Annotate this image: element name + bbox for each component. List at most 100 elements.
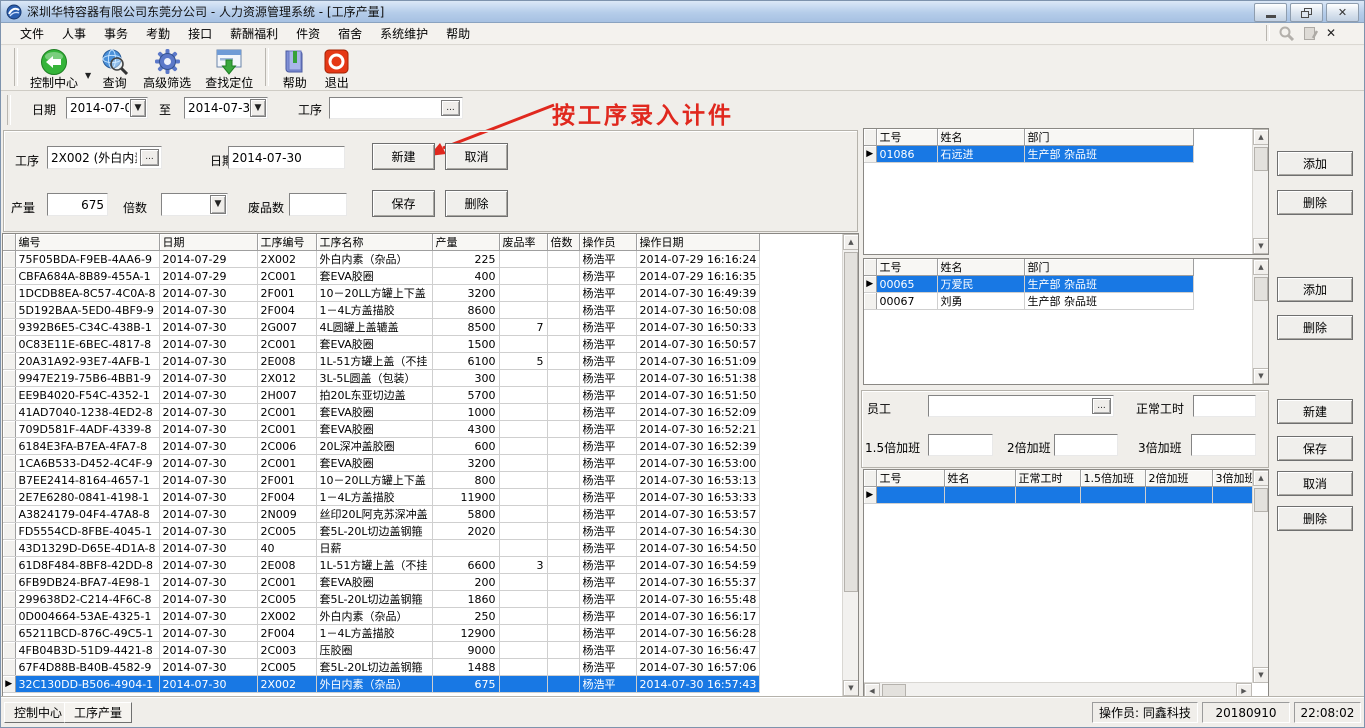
new-button[interactable]: 新建 (372, 143, 435, 170)
ot15-input[interactable] (928, 434, 993, 456)
menu-item-attendance[interactable]: 考勤 (137, 23, 179, 44)
form-qty-input[interactable] (47, 193, 108, 216)
menu-item-help[interactable]: 帮助 (437, 23, 479, 44)
scroll-up-icon[interactable]: ▲ (1253, 259, 1269, 275)
table-row[interactable]: ▶32C130DD-B506-4904-12014-07-302X002外白内素… (3, 676, 760, 693)
print-preview-icon[interactable] (1278, 26, 1295, 41)
pool-add-button[interactable]: 添加 (1277, 277, 1353, 302)
table-row[interactable]: 61D8F484-8BF8-42DD-82014-07-302E0081L-51… (3, 557, 760, 574)
table-row[interactable]: 67F4D88B-B40B-4582-92014-07-302C005套5L-2… (3, 659, 760, 676)
column-header[interactable]: 操作员 (579, 234, 636, 251)
employee-input[interactable] (928, 395, 1114, 417)
column-header[interactable]: 部门 (1024, 129, 1193, 146)
column-header[interactable]: 工号 (876, 129, 937, 146)
table-row[interactable]: A3824179-04F4-47A8-82014-07-302N009丝印20L… (3, 506, 760, 523)
column-header[interactable]: 1.5倍加班 (1080, 470, 1145, 487)
menu-item-sysmaint[interactable]: 系统维护 (371, 23, 437, 44)
column-header[interactable]: 工号 (876, 259, 937, 276)
table-row[interactable]: 6FB9DB24-BFA7-4E98-12014-07-302C001套EVA胶… (3, 574, 760, 591)
hours-new-button[interactable]: 新建 (1277, 399, 1353, 424)
scroll-down-icon[interactable]: ▼ (1253, 238, 1269, 254)
column-header[interactable]: 姓名 (937, 129, 1024, 146)
scroll-thumb[interactable] (1254, 147, 1268, 171)
table-row[interactable]: ▶00065万爱民生产部 杂品班 (864, 276, 1193, 293)
column-header[interactable]: 日期 (159, 234, 257, 251)
form-multiple-dropdown-icon[interactable]: ▼ (210, 195, 226, 214)
hours-cancel-button[interactable]: 取消 (1277, 471, 1353, 496)
close-child-icon[interactable]: ✕ (1326, 26, 1336, 40)
employee-browse-button[interactable]: ... (1092, 398, 1111, 414)
hours-hscrollbar[interactable]: ◀ ▶ (864, 682, 1252, 697)
query-button[interactable]: 查询 (93, 46, 136, 91)
cancel-button[interactable]: 取消 (445, 143, 508, 170)
column-header[interactable]: 工号 (876, 470, 944, 487)
assigned-delete-button[interactable]: 删除 (1277, 190, 1353, 215)
hours-table[interactable]: 工号姓名正常工时1.5倍加班2倍加班3倍加班▶ (864, 470, 1260, 504)
table-row[interactable]: EE9B4020-F54C-4352-12014-07-302H007拍20L东… (3, 387, 760, 404)
column-header[interactable]: 正常工时 (1015, 470, 1080, 487)
column-header[interactable]: 倍数 (547, 234, 579, 251)
table-row[interactable]: 00067刘勇生产部 杂品班 (864, 293, 1193, 310)
column-header[interactable]: 产量 (432, 234, 499, 251)
table-row[interactable]: 65211BCD-876C-49C5-12014-07-302F0041－4L方… (3, 625, 760, 642)
pool-delete-button[interactable]: 删除 (1277, 315, 1353, 340)
normal-hours-input[interactable] (1193, 395, 1256, 417)
advanced-filter-button[interactable]: 高级筛选 (136, 46, 198, 91)
table-row[interactable]: 75F05BDA-F9EB-4AA6-92014-07-292X002外白内素（… (3, 251, 760, 268)
form-date-input[interactable] (228, 146, 345, 169)
column-header[interactable]: 工序名称 (316, 234, 432, 251)
scroll-right-icon[interactable]: ▶ (1236, 683, 1252, 698)
table-row[interactable]: 20A31A92-93E7-4AFB-12014-07-302E0081L-51… (3, 353, 760, 370)
help-button[interactable]: 帮助 (274, 46, 315, 91)
menu-item-dormitory[interactable]: 宿舍 (329, 23, 371, 44)
form-scrap-input[interactable] (289, 193, 347, 216)
close-button[interactable]: ✕ (1326, 3, 1359, 22)
column-header[interactable]: 姓名 (937, 259, 1024, 276)
hours-save-button[interactable]: 保存 (1277, 436, 1353, 461)
edit-note-icon[interactable] (1303, 26, 1318, 41)
form-process-browse-button[interactable]: ... (140, 149, 159, 166)
table-row[interactable]: 0C83E11E-6BEC-4817-82014-07-302C001套EVA胶… (3, 336, 760, 353)
table-row[interactable]: 9947E219-75B6-4BB1-92014-07-302X0123L-5L… (3, 370, 760, 387)
table-row[interactable]: 43D1329D-D65E-4D1A-82014-07-3040日薪杨浩平201… (3, 540, 760, 557)
scroll-up-icon[interactable]: ▲ (843, 234, 859, 250)
table-row[interactable]: 709D581F-4ADF-4339-82014-07-302C001套EVA胶… (3, 421, 760, 438)
menu-item-affairs[interactable]: 事务 (95, 23, 137, 44)
scroll-down-icon[interactable]: ▼ (1253, 667, 1269, 683)
statusbar-tab-control-center[interactable]: 控制中心 (4, 702, 72, 723)
table-row[interactable]: 4FB04B3D-51D9-4421-82014-07-302C003压胶圈90… (3, 642, 760, 659)
menu-item-interface[interactable]: 接口 (179, 23, 221, 44)
worker-pool-table[interactable]: 工号姓名部门▶00065万爱民生产部 杂品班00067刘勇生产部 杂品班 (864, 259, 1194, 310)
table-row[interactable]: 0D004664-53AE-4325-12014-07-302X002外白内素（… (3, 608, 760, 625)
menu-item-file[interactable]: 文件 (11, 23, 53, 44)
column-header[interactable]: 工序编号 (257, 234, 316, 251)
hours-vscrollbar[interactable]: ▲ ▼ (1252, 470, 1268, 683)
scroll-thumb[interactable] (844, 252, 858, 592)
table-row[interactable]: 2E7E6280-0841-4198-12014-07-302F0041－4L方… (3, 489, 760, 506)
scroll-left-icon[interactable]: ◀ (864, 683, 880, 698)
ot3-input[interactable] (1191, 434, 1256, 456)
assigned-workers-table[interactable]: 工号姓名部门▶01086石远进生产部 杂品班 (864, 129, 1194, 163)
save-button[interactable]: 保存 (372, 190, 435, 217)
column-header[interactable]: 部门 (1024, 259, 1193, 276)
menu-item-piecework[interactable]: 件资 (287, 23, 329, 44)
hours-delete-button[interactable]: 删除 (1277, 506, 1353, 531)
table-row[interactable]: ▶01086石远进生产部 杂品班 (864, 146, 1193, 163)
main-table-vscrollbar[interactable]: ▲ ▼ (842, 234, 858, 696)
scroll-down-icon[interactable]: ▼ (843, 680, 859, 696)
assigned-add-button[interactable]: 添加 (1277, 151, 1353, 176)
scroll-thumb[interactable] (882, 684, 906, 697)
minimize-button[interactable] (1254, 3, 1287, 22)
column-header[interactable]: 姓名 (944, 470, 1015, 487)
table-row[interactable]: 5D192BAA-5ED0-4BF9-92014-07-302F0041－4L方… (3, 302, 760, 319)
find-locate-button[interactable]: 查找定位 (198, 46, 260, 91)
table-row[interactable]: 6184E3FA-B7EA-4FA7-82014-07-302C00620L深冲… (3, 438, 760, 455)
menu-item-payroll[interactable]: 薪酬福利 (221, 23, 287, 44)
table-row[interactable]: ▶ (864, 487, 1259, 504)
restore-button[interactable] (1290, 3, 1323, 22)
date-to-dropdown-icon[interactable]: ▼ (250, 99, 266, 117)
table-row[interactable]: B7EE2414-8164-4657-12014-07-302F00110－20… (3, 472, 760, 489)
table-row[interactable]: 1CA6B533-D452-4C4F-92014-07-302C001套EVA胶… (3, 455, 760, 472)
table-row[interactable]: 41AD7040-1238-4ED2-82014-07-302C001套EVA胶… (3, 404, 760, 421)
pool-vscrollbar[interactable]: ▲ ▼ (1252, 259, 1268, 384)
